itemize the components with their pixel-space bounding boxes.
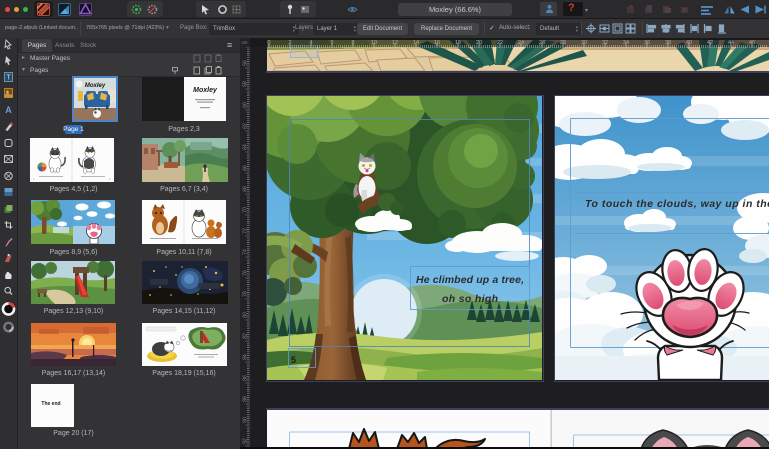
svg-text:A: A [5,105,12,115]
svg-text:68: 68 [243,186,249,192]
svg-text:74: 74 [243,249,249,255]
svg-text:62: 62 [243,123,249,129]
svg-text:66: 66 [243,165,249,171]
svg-text:82: 82 [243,333,249,339]
svg-text:The end: The end [41,401,60,407]
svg-text:78: 78 [243,291,249,297]
svg-text:Moxley: Moxley [85,83,106,89]
svg-text:60: 60 [243,102,249,108]
svg-text:86: 86 [243,375,249,381]
svg-text:70: 70 [243,207,249,213]
svg-text:90: 90 [243,417,249,423]
svg-text:76: 76 [243,270,249,276]
svg-text:64: 64 [243,144,249,150]
svg-text:92: 92 [243,438,249,444]
svg-text:84: 84 [243,354,249,360]
svg-text:88: 88 [243,396,249,402]
svg-text:T: T [6,75,11,82]
svg-text:Moxley: Moxley [193,87,218,94]
svg-text:80: 80 [243,312,249,318]
svg-text:58: 58 [243,81,249,87]
svg-text:72: 72 [243,228,249,234]
svg-text:56: 56 [243,60,249,66]
